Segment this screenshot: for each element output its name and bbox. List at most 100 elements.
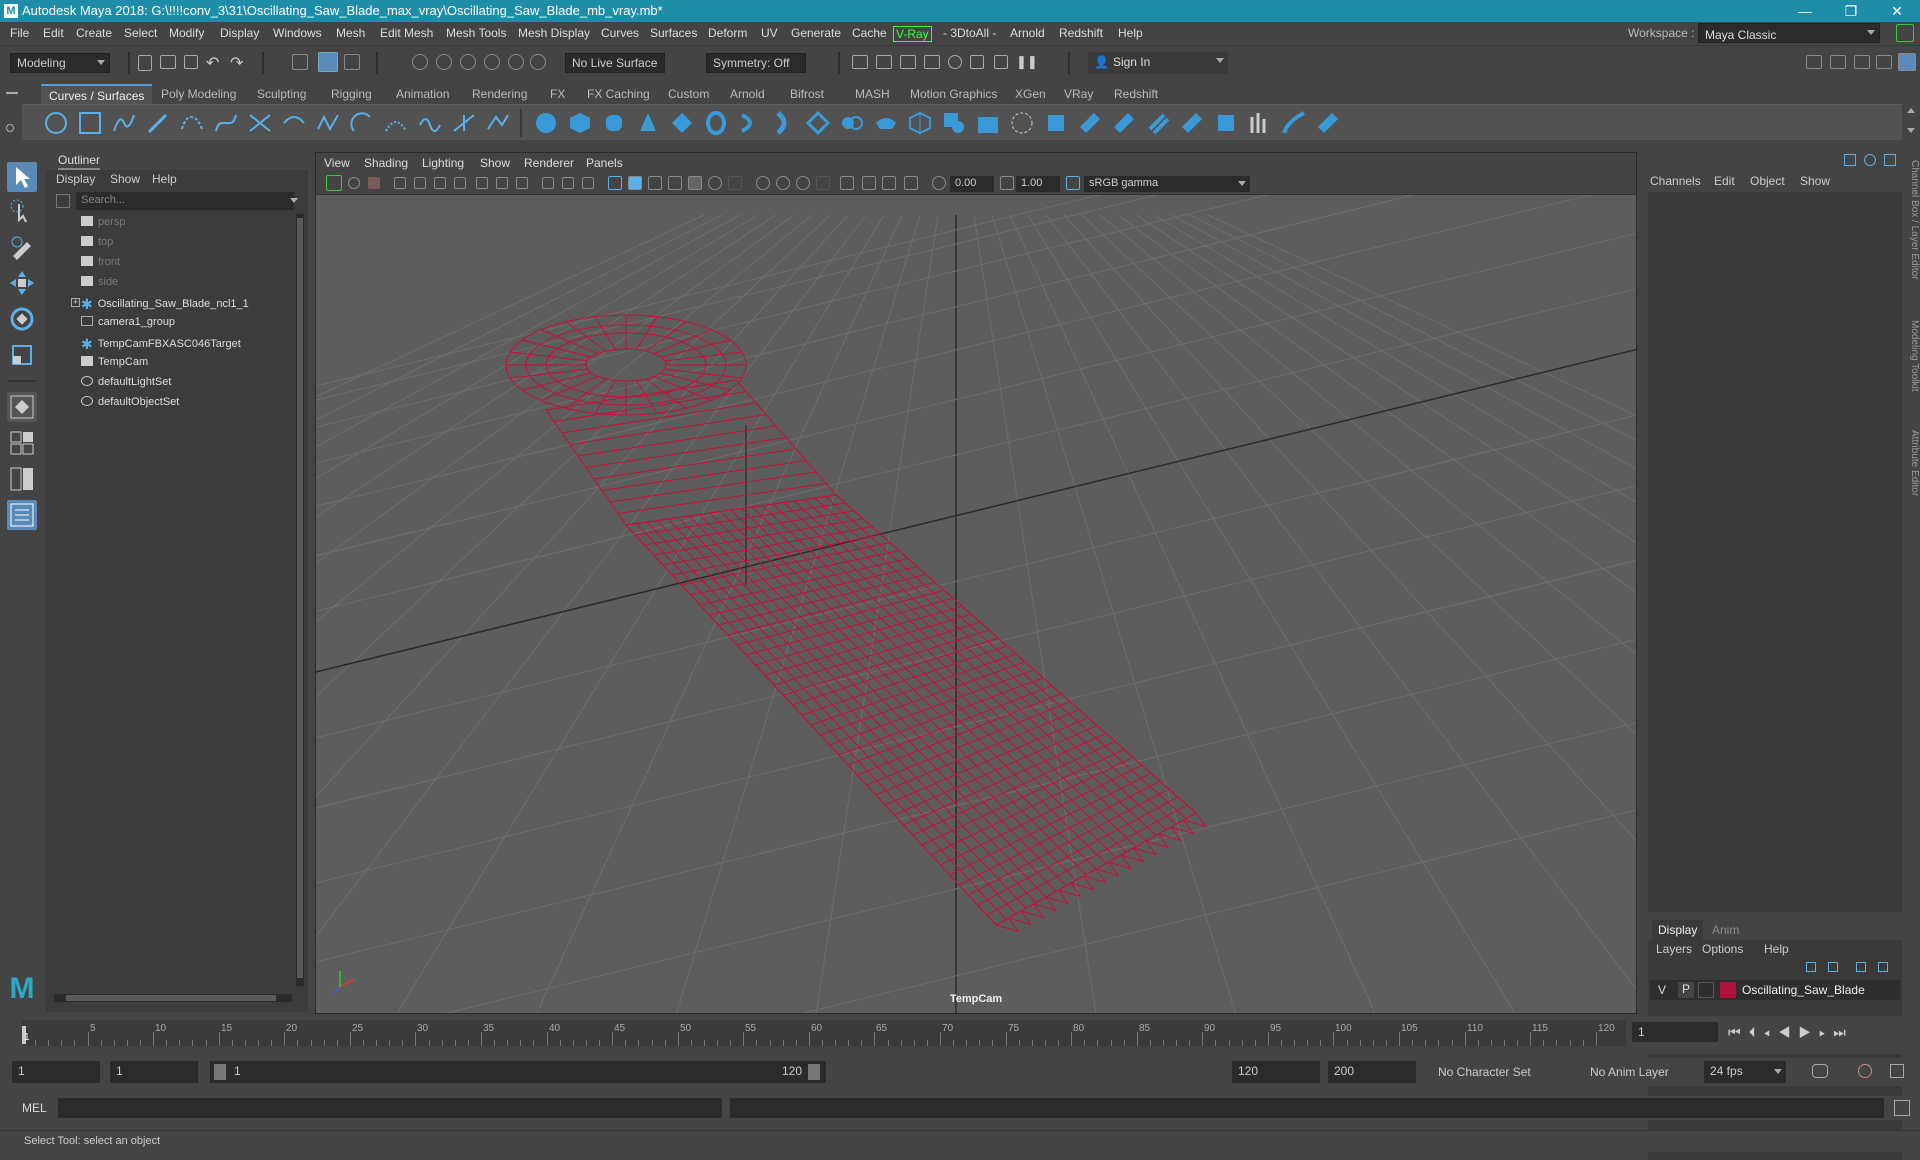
scale-tool-icon[interactable] [7, 340, 37, 370]
shadows-icon[interactable] [728, 176, 742, 190]
open-scene-icon[interactable] [160, 55, 176, 69]
menu-windows[interactable]: Windows [273, 26, 322, 40]
move-layer-up-icon[interactable] [1806, 962, 1816, 972]
sign-in-button[interactable]: 👤 Sign In [1088, 52, 1228, 74]
menu-select[interactable]: Select [124, 26, 157, 40]
outliner-menu-show[interactable]: Show [110, 172, 140, 186]
current-frame-field[interactable]: 1 [1632, 1022, 1718, 1042]
end-time-field[interactable]: 200 [1328, 1061, 1416, 1083]
shelf-tab-redshift[interactable]: Redshift [1106, 84, 1166, 104]
outliner-item-tempcam[interactable]: TempCam [81, 356, 148, 374]
fps-select[interactable]: 24 fps [1704, 1061, 1786, 1083]
outliner-vertical-scrollbar[interactable] [296, 214, 304, 986]
sculpt-geometry-icon[interactable] [1282, 111, 1306, 135]
insert-isoparm-icon[interactable] [1180, 111, 1204, 135]
outliner-menu-display[interactable]: Display [56, 172, 95, 186]
mel-label[interactable]: MEL [22, 1101, 47, 1115]
attribute-editor-icon[interactable] [1830, 55, 1846, 69]
select-hierarchy-icon[interactable] [292, 54, 308, 70]
menu-vray[interactable]: V-Ray [893, 26, 932, 42]
wireframe-icon[interactable] [608, 176, 622, 190]
channels-menu[interactable]: Channels [1650, 174, 1701, 188]
nurbs-sphere-icon[interactable] [534, 111, 558, 135]
detach-curves-icon[interactable] [282, 111, 306, 135]
shelf-tab-curves-surfaces[interactable]: Curves / Surfaces [41, 84, 153, 104]
live-surface-field[interactable]: No Live Surface [565, 53, 665, 73]
viewport-menu-renderer[interactable]: Renderer [524, 156, 574, 170]
insert-knot-icon[interactable] [316, 111, 340, 135]
outliner-item-default-object-set[interactable]: defaultObjectSet [81, 396, 179, 414]
viewport-menu-panels[interactable]: Panels [586, 156, 623, 170]
detach-surfaces-icon[interactable] [1248, 111, 1272, 135]
nurbs-square-icon[interactable] [78, 111, 102, 135]
start-time-field[interactable]: 1 [12, 1061, 100, 1083]
pencil-curve-icon[interactable] [146, 111, 170, 135]
planar-icon[interactable] [806, 111, 830, 135]
move-tool-icon[interactable] [7, 268, 37, 298]
extend-surface-icon[interactable] [1146, 111, 1170, 135]
layer-name[interactable]: Oscillating_Saw_Blade [1742, 983, 1865, 997]
modeling-toolkit-icon[interactable] [1806, 55, 1822, 69]
pause-icon[interactable]: ❚❚ [1016, 54, 1038, 70]
render-settings-icon[interactable] [924, 55, 940, 69]
snap-point-icon[interactable] [460, 54, 476, 70]
step-back-frame-icon[interactable]: ◂ [1764, 1024, 1778, 1040]
menu-mesh-tools[interactable]: Mesh Tools [446, 26, 506, 40]
saw-blade-wireframe[interactable] [505, 314, 1208, 933]
single-perspective-layout-icon[interactable] [7, 392, 37, 422]
show-menu[interactable]: Show [1800, 174, 1830, 188]
minimize-button[interactable]: — [1782, 0, 1828, 22]
expand-icon[interactable]: + [71, 298, 80, 307]
menu-cache[interactable]: Cache [852, 26, 887, 40]
character-set-select[interactable]: No Character Set [1426, 1062, 1586, 1084]
camera-attributes-icon[interactable] [348, 177, 360, 189]
channel-box-icon[interactable] [1844, 154, 1856, 166]
vray-render-icon[interactable] [970, 55, 984, 69]
menu-edit[interactable]: Edit [43, 26, 64, 40]
trim-tool-icon[interactable] [1078, 111, 1102, 135]
extrude-icon[interactable] [840, 111, 864, 135]
smooth-shade-icon[interactable] [628, 176, 642, 190]
select-tool-icon[interactable] [7, 162, 37, 192]
viewport-menu-show[interactable]: Show [480, 156, 510, 170]
menu-3dtoall[interactable]: - 3DtoAll - [943, 26, 996, 40]
gamma-field[interactable]: 1.00 [1016, 176, 1060, 192]
undo-icon[interactable]: ↶ [206, 53, 219, 73]
safe-action-icon[interactable] [562, 177, 574, 189]
shelf-tab-fx-caching[interactable]: FX Caching [579, 84, 658, 104]
rebuild-curve-icon[interactable] [418, 111, 442, 135]
layer-tab-display[interactable]: Display [1652, 920, 1704, 940]
menu-redshift[interactable]: Redshift [1059, 26, 1103, 40]
auto-key-icon[interactable] [1858, 1064, 1872, 1078]
ep-curve-icon[interactable] [180, 111, 204, 135]
project-curve-icon[interactable] [1044, 111, 1068, 135]
move-layer-down-icon[interactable] [1828, 962, 1838, 972]
snap-vertex-icon[interactable] [530, 54, 546, 70]
anti-aliasing-icon[interactable] [796, 176, 810, 190]
range-start-handle[interactable] [214, 1064, 226, 1080]
hypershade-icon[interactable] [948, 55, 962, 69]
textured-icon[interactable] [668, 176, 682, 190]
go-to-start-icon[interactable]: ⏮ [1728, 1024, 1749, 1040]
attach-curves-icon[interactable] [248, 111, 272, 135]
object-menu[interactable]: Object [1750, 174, 1785, 188]
outliner-item-side[interactable]: side [81, 276, 118, 294]
select-components-icon[interactable] [344, 54, 360, 70]
four-view-layout-icon[interactable] [7, 428, 37, 458]
outliner-search-input[interactable]: Search... [76, 192, 294, 210]
edit-menu[interactable]: Edit [1714, 174, 1735, 188]
new-layer-icon[interactable] [1856, 962, 1866, 972]
redo-icon[interactable]: ↷ [230, 53, 243, 73]
grease-pencil-icon[interactable] [434, 177, 446, 189]
snap-surface-icon[interactable] [508, 54, 524, 70]
step-forward-frame-icon[interactable]: ▸ [1819, 1024, 1833, 1040]
go-to-end-icon[interactable]: ⏭ [1833, 1024, 1854, 1040]
snap-view-plane-icon[interactable] [484, 54, 500, 70]
render-view-icon[interactable] [852, 55, 868, 69]
wireframe-on-shaded-icon[interactable] [648, 176, 662, 190]
snap-grid-icon[interactable] [412, 54, 428, 70]
layers-menu[interactable]: Layers [1656, 942, 1692, 956]
render-frame-icon[interactable] [876, 55, 892, 69]
birail-icon[interactable] [874, 111, 898, 135]
scrollbar-thumb[interactable] [66, 995, 276, 1001]
